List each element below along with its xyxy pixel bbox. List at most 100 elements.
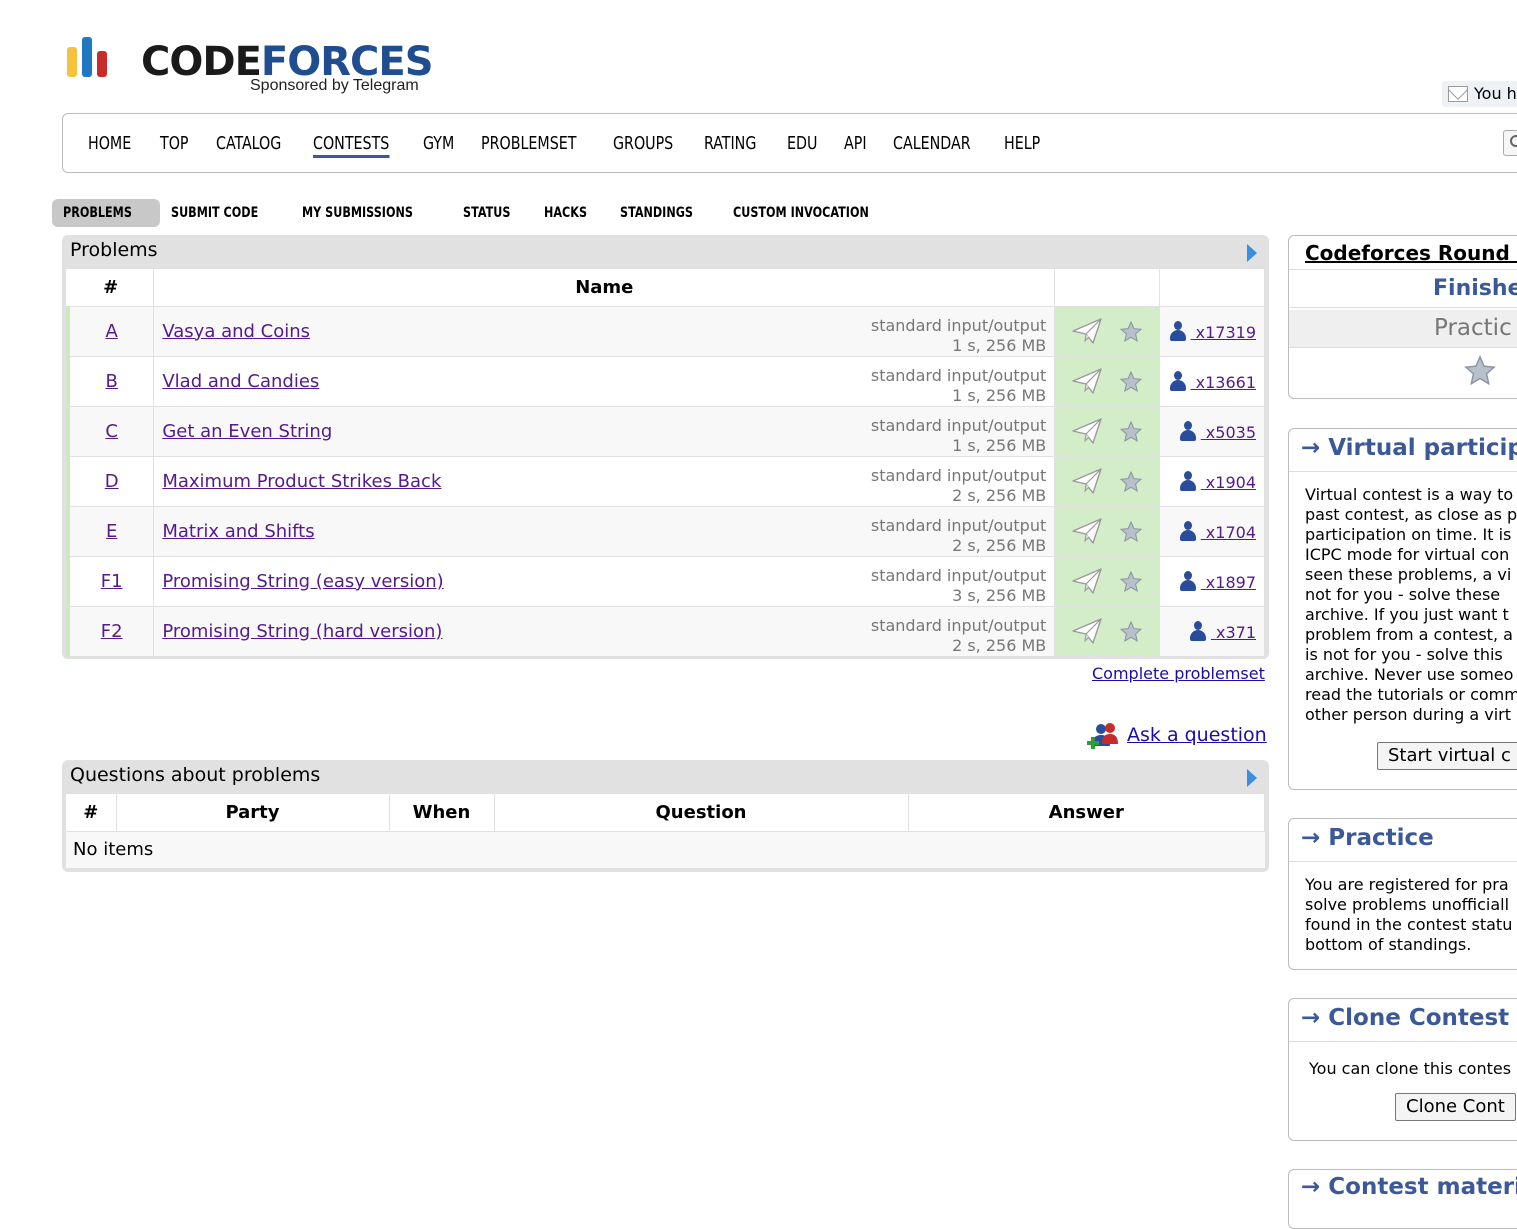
problem-actions-cell — [1054, 556, 1160, 607]
main-menu-item-groups[interactable]: GROUPS — [613, 133, 673, 158]
main-menu: HOME TOP CATALOG CONTESTS GYM PROBLEMSET GROUP… — [62, 113, 1517, 173]
favourite-star-icon[interactable] — [1119, 520, 1143, 544]
problem-io: standard input/output — [870, 315, 1047, 335]
mail-notice[interactable]: You h — [1442, 81, 1517, 107]
main-menu-item-gym[interactable]: GYM — [423, 133, 454, 158]
favourite-star-icon[interactable] — [1119, 320, 1143, 344]
main-menu-item-top[interactable]: TOP — [160, 133, 189, 158]
problem-index-cell: B — [66, 356, 155, 407]
problem-index-link[interactable]: C — [105, 421, 118, 442]
collapse-arrow-icon[interactable] — [1247, 244, 1257, 262]
favourite-star-icon[interactable] — [1119, 570, 1143, 594]
column-header-index: # — [68, 269, 155, 307]
logo-sponsor-text: Sponsored by Telegram — [250, 77, 419, 94]
favourite-star-icon[interactable] — [1119, 370, 1143, 394]
column-header-number: # — [66, 794, 117, 832]
user-icon — [1179, 420, 1197, 441]
main-menu-item-contests[interactable]: CONTESTS — [312, 133, 390, 158]
problem-name-link[interactable]: Get an Even String — [162, 421, 332, 442]
contest-menu-item-hacks[interactable]: HACKS — [533, 199, 609, 227]
contest-materials-box: → Contest materia — [1288, 1169, 1517, 1229]
problem-actions-cell — [1054, 306, 1160, 357]
main-menu-item-api[interactable]: API — [844, 133, 867, 158]
text-line: archive. If you just want t — [1305, 605, 1509, 624]
solved-count-link[interactable]: x371 — [1189, 620, 1256, 642]
submit-paper-plane-icon[interactable] — [1071, 467, 1103, 495]
submit-paper-plane-icon[interactable] — [1071, 367, 1103, 395]
favourite-star-icon[interactable] — [1463, 354, 1497, 388]
contest-menu-item-my-submissions[interactable]: MY SUBMISSIONS — [291, 199, 452, 227]
collapse-arrow-icon[interactable] — [1247, 769, 1257, 787]
submit-paper-plane-icon[interactable] — [1071, 417, 1103, 445]
main-menu-item-catalog[interactable]: CATALOG — [216, 133, 281, 158]
main-menu-item-problemset[interactable]: PROBLEMSET — [481, 133, 576, 158]
contest-name-link[interactable]: Codeforces Round # — [1305, 241, 1517, 265]
submit-paper-plane-icon[interactable] — [1071, 317, 1103, 345]
main-menu-item-home[interactable]: HOME — [88, 133, 131, 158]
main-menu-item-help[interactable]: HELP — [1004, 133, 1040, 158]
text-line: not for you - solve these — [1305, 585, 1501, 604]
solved-count: x1904 — [1200, 472, 1256, 492]
contest-menu-item-custom-invocation[interactable]: CUSTOM INVOCATION — [722, 199, 914, 227]
text-line: ICPC mode for virtual con — [1305, 545, 1510, 564]
main-menu-item-edu[interactable]: EDU — [787, 133, 817, 158]
problem-name-link[interactable]: Promising String (easy version) — [162, 571, 443, 592]
column-header-solved — [1159, 269, 1266, 307]
contest-menu-item-status[interactable]: STATUS — [452, 199, 533, 227]
contest-menu-item-submit-code[interactable]: SUBMIT CODE — [160, 199, 291, 227]
search-button[interactable] — [1503, 130, 1517, 156]
favourite-star-icon[interactable] — [1119, 420, 1143, 444]
problem-index-link[interactable]: A — [106, 321, 118, 342]
problem-actions-cell — [1054, 506, 1160, 557]
complete-problemset-link[interactable]: Complete problemset — [1092, 664, 1265, 683]
problem-index-link[interactable]: B — [105, 371, 117, 392]
ask-question-link[interactable]: Ask a question — [1127, 724, 1267, 746]
solved-count-link[interactable]: x1897 — [1179, 570, 1256, 592]
text-line: problem from a contest, a — [1305, 625, 1513, 644]
contest-menu-item-standings[interactable]: STANDINGS — [609, 199, 722, 227]
solved-count-link[interactable]: x1704 — [1179, 520, 1256, 542]
user-icon — [1169, 320, 1187, 341]
problem-row: B Vlad and Candies standard input/output 1 … — [66, 356, 1266, 407]
problem-index-link[interactable]: F2 — [101, 621, 123, 642]
submit-paper-plane-icon[interactable] — [1071, 517, 1103, 545]
problem-index-link[interactable]: F1 — [101, 571, 123, 592]
problem-limits: standard input/output 1 s, 256 MB — [871, 366, 1046, 406]
problem-index-link[interactable]: E — [106, 521, 117, 542]
favourite-star-icon[interactable] — [1119, 470, 1143, 494]
contest-menu: PROBLEMS SUBMIT CODE MY SUBMISSIONS STATUS H… — [52, 199, 914, 227]
problem-name-link[interactable]: Maximum Product Strikes Back — [162, 471, 441, 492]
clone-contest-button[interactable]: Clone Cont — [1395, 1093, 1516, 1121]
start-virtual-contest-button[interactable]: Start virtual c — [1377, 742, 1517, 770]
contest-menu-item-problems[interactable]: PROBLEMS — [52, 199, 161, 227]
text-line: is not for you - solve this — [1305, 645, 1503, 664]
problem-name-link[interactable]: Vlad and Candies — [162, 371, 319, 392]
problem-actions-cell — [1054, 606, 1160, 657]
problem-index-cell: E — [66, 506, 155, 557]
problem-io: standard input/output — [870, 415, 1047, 435]
problem-row: F2 Promising String (hard version) standar… — [66, 606, 1266, 657]
user-icon — [1179, 570, 1197, 591]
contest-menu-label: SUBMIT CODE — [171, 205, 259, 221]
problem-name-cell: Get an Even String standard input/output 1… — [153, 406, 1056, 457]
submit-paper-plane-icon[interactable] — [1071, 617, 1103, 645]
problem-time-memory: 2 s, 256 MB — [952, 535, 1047, 555]
solved-count-link[interactable]: x5035 — [1179, 420, 1256, 442]
virtual-participation-title: → Virtual participa — [1301, 435, 1517, 461]
text-line: archive. Never use someo — [1305, 665, 1514, 684]
solved-count-link[interactable]: x17319 — [1169, 320, 1256, 342]
submit-paper-plane-icon[interactable] — [1071, 567, 1103, 595]
problem-name-link[interactable]: Vasya and Coins — [162, 321, 310, 342]
main-menu-item-rating[interactable]: RATING — [704, 133, 756, 158]
solved-count-link[interactable]: x1904 — [1179, 470, 1256, 492]
problem-io: standard input/output — [870, 615, 1047, 635]
favourite-star-icon[interactable] — [1119, 620, 1143, 644]
user-icon — [1169, 370, 1187, 391]
main-menu-item-calendar[interactable]: CALENDAR — [893, 133, 971, 158]
problem-name-link[interactable]: Matrix and Shifts — [162, 521, 314, 542]
problem-name-link[interactable]: Promising String (hard version) — [162, 621, 442, 642]
problem-index-link[interactable]: D — [105, 471, 119, 492]
codeforces-logo[interactable]: CODEFORCES Sponsored by Telegram — [67, 33, 447, 103]
solved-count-link[interactable]: x13661 — [1169, 370, 1256, 392]
problem-index-cell: C — [66, 406, 155, 457]
